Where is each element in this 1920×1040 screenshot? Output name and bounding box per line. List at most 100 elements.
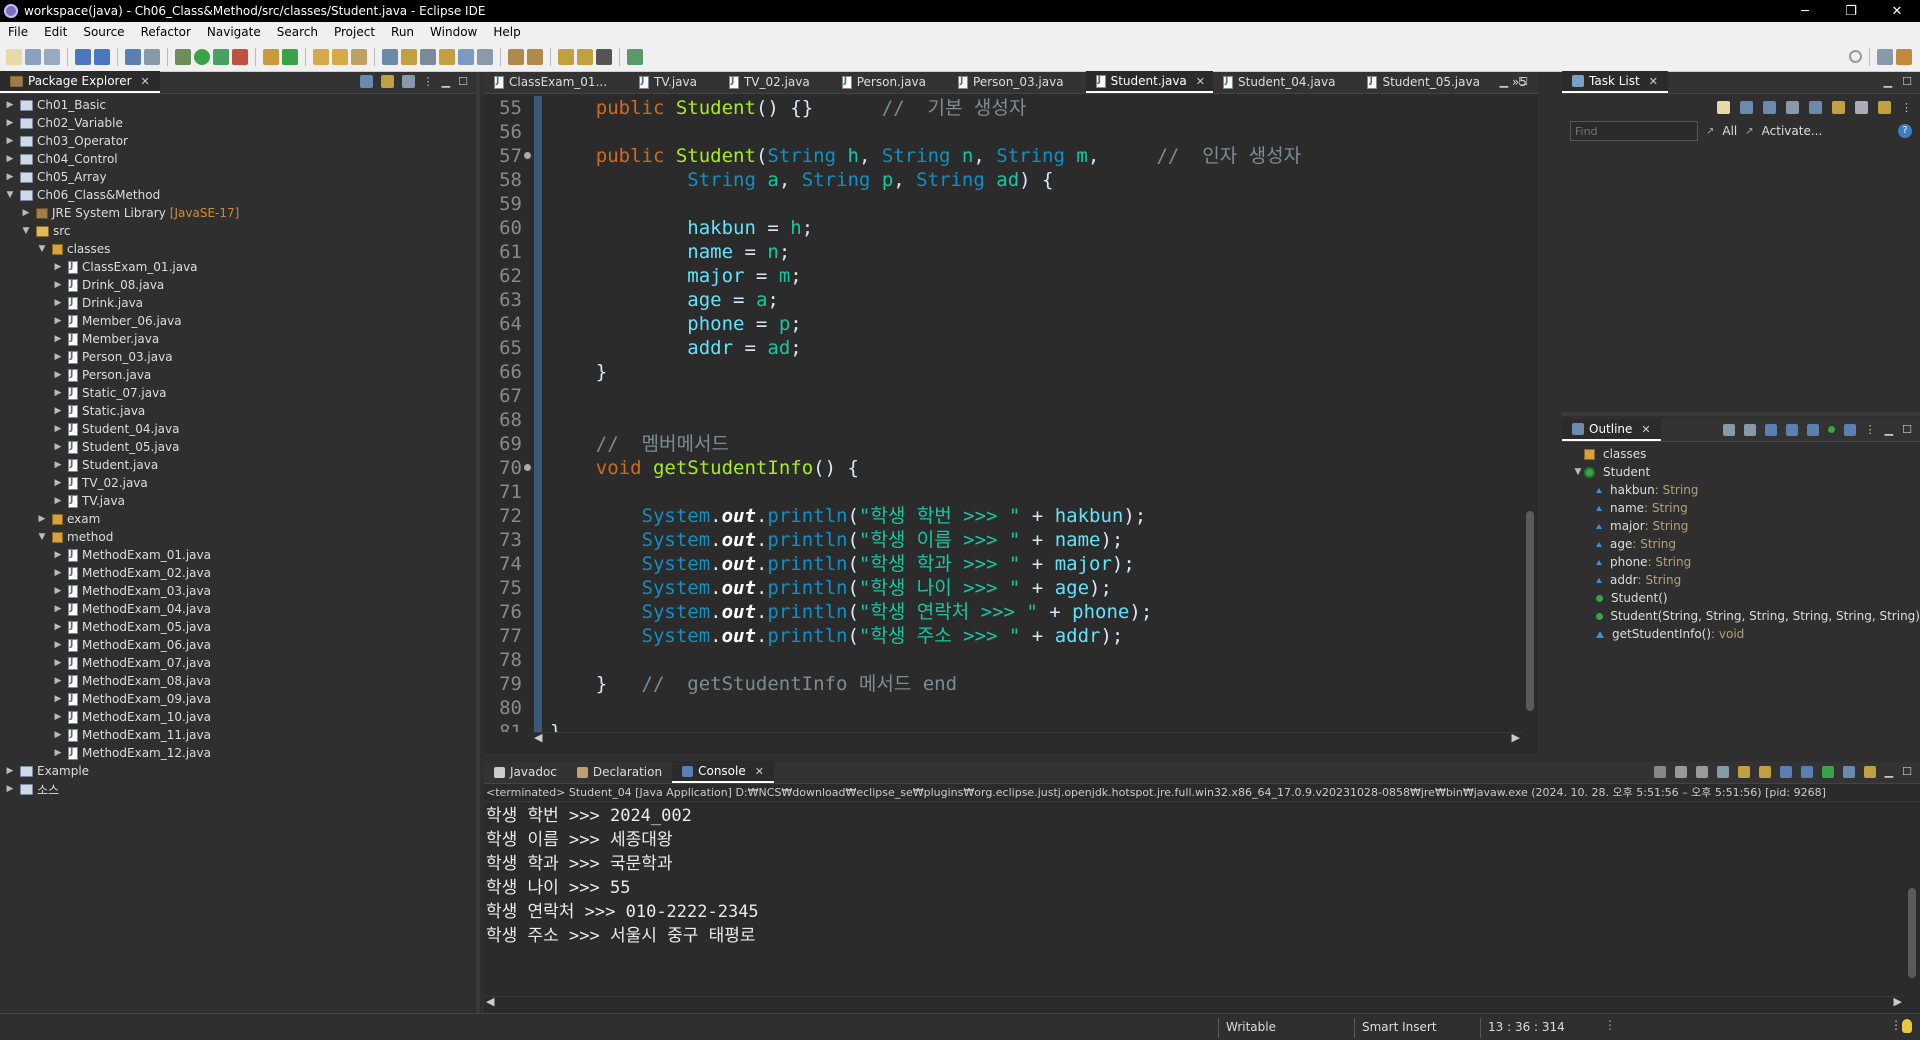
tree-item[interactable]: ▶ Student.java bbox=[0, 456, 476, 474]
outline-item[interactable]: ▼ Student bbox=[1562, 463, 1920, 481]
block-select-icon[interactable] bbox=[439, 48, 455, 65]
toggle-mark-icon[interactable] bbox=[382, 48, 398, 65]
forward-icon[interactable] bbox=[596, 48, 612, 65]
maximize-view-icon[interactable]: ☐ bbox=[1902, 765, 1912, 778]
show-whitespace-icon[interactable] bbox=[458, 48, 474, 65]
close-icon[interactable]: ✕ bbox=[1649, 75, 1658, 88]
collapsed-arrow-icon[interactable]: ▶ bbox=[4, 100, 16, 110]
tree-item[interactable]: ▶ MethodExam_12.java bbox=[0, 744, 476, 762]
tab-task-list[interactable]: Task List ✕ bbox=[1562, 71, 1668, 93]
menu-project[interactable]: Project bbox=[326, 25, 383, 39]
status-insert-mode[interactable]: Smart Insert bbox=[1362, 1020, 1437, 1034]
scroll-left-icon[interactable]: ◀ bbox=[486, 995, 494, 1008]
scheduled-icon[interactable] bbox=[1763, 100, 1776, 114]
collapsed-arrow-icon[interactable]: ▶ bbox=[52, 478, 64, 488]
save-icon[interactable] bbox=[25, 48, 41, 65]
menu-window[interactable]: Window bbox=[422, 25, 485, 39]
outline-item[interactable]: Student(String, String, String, String, … bbox=[1562, 607, 1920, 625]
tree-item[interactable]: ▼ classes bbox=[0, 240, 476, 258]
tree-item[interactable]: ▶ Student_04.java bbox=[0, 420, 476, 438]
close-icon[interactable]: ✕ bbox=[755, 765, 764, 778]
outline-item[interactable]: Student() bbox=[1562, 589, 1920, 607]
debug-icon[interactable] bbox=[175, 48, 191, 65]
tree-item[interactable]: ▶ Ch01_Basic bbox=[0, 96, 476, 114]
menu-edit[interactable]: Edit bbox=[36, 25, 75, 39]
collapsed-arrow-icon[interactable]: ▶ bbox=[52, 352, 64, 362]
tree-item[interactable]: ▶ MethodExam_02.java bbox=[0, 564, 476, 582]
annotation-icon[interactable] bbox=[401, 48, 417, 65]
outline-item[interactable]: addr : String bbox=[1562, 571, 1920, 589]
open-type-icon[interactable] bbox=[313, 48, 329, 65]
scroll-left-icon[interactable]: ◀ bbox=[534, 731, 542, 744]
tree-item[interactable]: ▶ Member_06.java bbox=[0, 312, 476, 330]
link-with-editor-icon[interactable] bbox=[380, 75, 394, 88]
collapsed-arrow-icon[interactable]: ▶ bbox=[4, 118, 16, 128]
collapse-all-icon[interactable] bbox=[359, 75, 373, 88]
editor-vscroll[interactable] bbox=[1522, 96, 1538, 732]
close-icon[interactable]: ✕ bbox=[141, 75, 150, 88]
hide-local-types-icon[interactable] bbox=[1843, 423, 1856, 436]
collapsed-arrow-icon[interactable]: ▶ bbox=[36, 514, 48, 524]
new-task-icon[interactable] bbox=[1717, 100, 1730, 114]
status-menu-icon[interactable]: ⋮ bbox=[1604, 1018, 1616, 1032]
open-perspective-icon[interactable] bbox=[1877, 48, 1893, 65]
collapsed-arrow-icon[interactable]: ▶ bbox=[52, 604, 64, 614]
collapsed-arrow-icon[interactable]: ▶ bbox=[52, 676, 64, 686]
collapsed-arrow-icon[interactable]: ▶ bbox=[52, 388, 64, 398]
prev-annotation-icon[interactable] bbox=[527, 48, 543, 65]
focus-icon[interactable] bbox=[1809, 100, 1822, 114]
tree-item[interactable]: ▶ Ch05_Array bbox=[0, 168, 476, 186]
all-link[interactable]: All bbox=[1722, 124, 1737, 138]
collapsed-arrow-icon[interactable]: ▶ bbox=[4, 136, 16, 146]
last-edit-icon[interactable] bbox=[558, 48, 574, 65]
tree-item[interactable]: ▶ MethodExam_09.java bbox=[0, 690, 476, 708]
tree-item[interactable]: ▼ Ch06_Class&Method bbox=[0, 186, 476, 204]
expanded-arrow-icon[interactable]: ▼ bbox=[4, 190, 16, 200]
editor-tab[interactable]: Student_04.java bbox=[1213, 71, 1357, 93]
activate-link[interactable]: Activate... bbox=[1762, 124, 1823, 138]
console-output[interactable]: 학생 학번 >>> 2024_002 학생 이름 >>> 세종대왕 학생 학과 >>… bbox=[486, 804, 1896, 994]
minimize-view-icon[interactable]: ▁ bbox=[1885, 765, 1893, 778]
expanded-arrow-icon[interactable]: ▼ bbox=[36, 532, 48, 542]
menu-help[interactable]: Help bbox=[485, 25, 528, 39]
hide-static-icon[interactable] bbox=[1785, 423, 1798, 436]
collapse-icon[interactable] bbox=[1855, 100, 1868, 114]
outline-item[interactable]: major : String bbox=[1562, 517, 1920, 535]
hide-completed-icon[interactable] bbox=[1786, 100, 1799, 114]
collapsed-arrow-icon[interactable]: ▶ bbox=[4, 784, 16, 794]
terminal-icon[interactable] bbox=[125, 48, 141, 65]
expanded-arrow-icon[interactable]: ▼ bbox=[36, 244, 48, 254]
minimize-editor-icon[interactable]: ▁ bbox=[1500, 75, 1508, 88]
collapsed-arrow-icon[interactable]: ▶ bbox=[4, 172, 16, 182]
outline-item[interactable]: name : String bbox=[1562, 499, 1920, 517]
open-task-icon[interactable] bbox=[332, 48, 348, 65]
undo-icon[interactable] bbox=[75, 48, 91, 65]
new-java-project-icon[interactable] bbox=[263, 48, 279, 65]
collapsed-arrow-icon[interactable]: ▶ bbox=[52, 316, 64, 326]
collapsed-arrow-icon[interactable]: ▶ bbox=[52, 586, 64, 596]
editor-tab[interactable]: Person_03.java bbox=[948, 71, 1086, 93]
back-icon[interactable] bbox=[577, 48, 593, 65]
java-perspective-icon[interactable] bbox=[1896, 48, 1912, 65]
editor-tab[interactable]: Student.java ✕ bbox=[1085, 71, 1213, 93]
editor-tab[interactable]: ClassExam_01... bbox=[484, 71, 629, 93]
tree-item[interactable]: ▶ MethodExam_01.java bbox=[0, 546, 476, 564]
collapsed-arrow-icon[interactable]: ▶ bbox=[52, 280, 64, 290]
display-console-icon[interactable] bbox=[1842, 765, 1855, 778]
sort-icon[interactable] bbox=[1832, 100, 1845, 114]
tree-item[interactable]: ▶ exam bbox=[0, 510, 476, 528]
redo-icon[interactable] bbox=[94, 48, 110, 65]
open-console-icon[interactable] bbox=[1863, 765, 1876, 778]
minimize-button[interactable]: ─ bbox=[1782, 0, 1828, 22]
tree-item[interactable]: ▶ Ch02_Variable bbox=[0, 114, 476, 132]
collapsed-arrow-icon[interactable]: ▶ bbox=[52, 334, 64, 344]
close-icon[interactable]: ✕ bbox=[1196, 75, 1205, 88]
tree-item[interactable]: ▶ Member.java bbox=[0, 330, 476, 348]
show-stderr-icon[interactable] bbox=[1800, 765, 1813, 778]
maximize-view-icon[interactable]: ☐ bbox=[1902, 75, 1912, 88]
next-annotation-icon[interactable] bbox=[508, 48, 524, 65]
categorized-icon[interactable] bbox=[1740, 100, 1753, 114]
tree-item[interactable]: ▶ Example bbox=[0, 762, 476, 780]
outline-item[interactable]: hakbun : String bbox=[1562, 481, 1920, 499]
menu-file[interactable]: File bbox=[0, 25, 36, 39]
